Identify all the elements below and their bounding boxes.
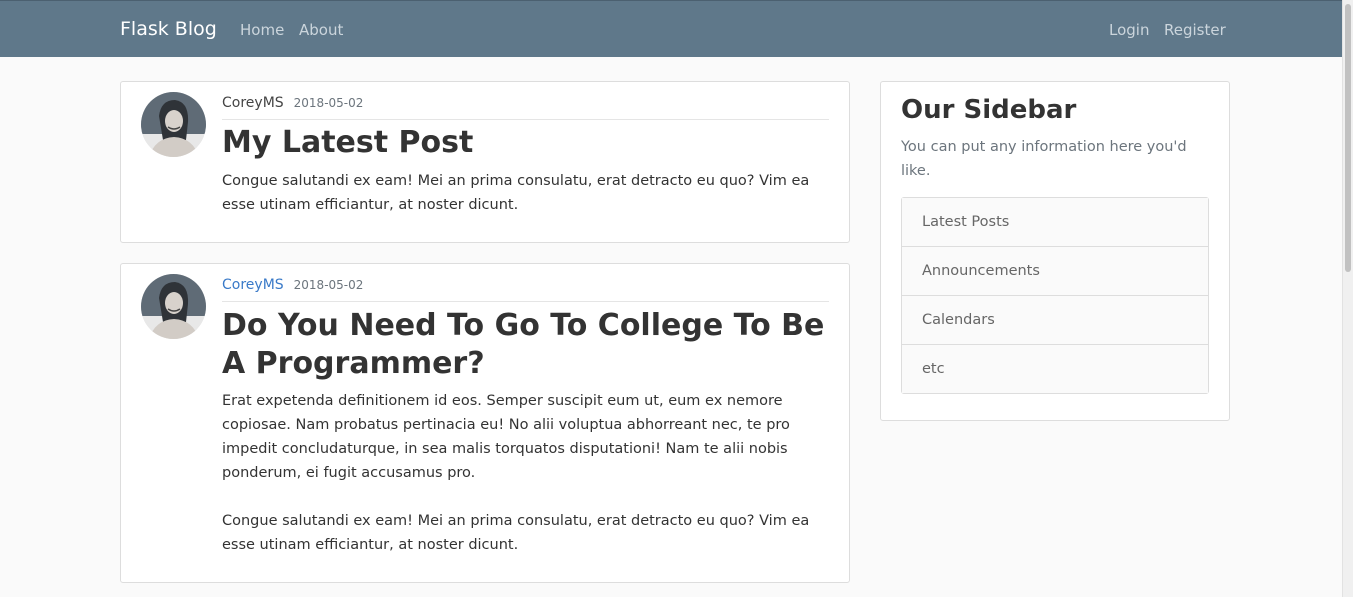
sidebar: Our Sidebar You can put any information … (880, 81, 1230, 421)
sidebar-description: You can put any information here you'd l… (901, 139, 1187, 179)
post-date: 2018-05-02 (293, 96, 364, 110)
author-avatar (141, 92, 206, 157)
post-meta: CoreyMS 2018-05-02 (222, 277, 829, 302)
sidebar-item-announcements[interactable]: Announcements (902, 246, 1208, 295)
avatar-portrait-icon (141, 274, 206, 339)
brand-link[interactable]: Flask Blog (120, 18, 217, 40)
post-content-paragraph: Congue salutandi ex eam! Mei an prima co… (222, 513, 810, 553)
post-content-paragraph: Erat expetenda definitionem id eos. Semp… (222, 393, 790, 481)
nav-home-link[interactable]: Home (240, 21, 284, 39)
post-date: 2018-05-02 (293, 278, 364, 292)
scrollbar-thumb[interactable] (1345, 4, 1351, 272)
page-scrollbar[interactable] (1342, 0, 1353, 597)
post-card: CoreyMS 2018-05-02 Do You Need To Go To C… (120, 263, 850, 583)
sidebar-item-calendars[interactable]: Calendars (902, 295, 1208, 344)
nav-register-link[interactable]: Register (1164, 21, 1226, 39)
sidebar-item-latest-posts[interactable]: Latest Posts (902, 198, 1208, 246)
post-card: CoreyMS 2018-05-02 My Latest Post Congue … (120, 81, 850, 243)
post-meta: CoreyMS 2018-05-02 (222, 95, 829, 120)
post-author-link[interactable]: CoreyMS (222, 277, 284, 293)
post-content: Congue salutandi ex eam! Mei an prima co… (222, 173, 810, 213)
nav-about-link[interactable]: About (299, 21, 343, 39)
sidebar-title: Our Sidebar (901, 95, 1077, 125)
sidebar-item-etc[interactable]: etc (902, 344, 1208, 393)
post-title-link[interactable]: My Latest Post (222, 124, 829, 162)
navbar: Flask Blog Home About Login Register (0, 0, 1353, 57)
post-title-link[interactable]: Do You Need To Go To College To Be A Pro… (222, 307, 829, 383)
avatar-portrait-icon (141, 92, 206, 157)
post-author-link[interactable]: CoreyMS (222, 95, 284, 111)
nav-login-link[interactable]: Login (1109, 21, 1149, 39)
sidebar-list: Latest Posts Announcements Calendars etc (901, 197, 1209, 394)
author-avatar (141, 274, 206, 339)
